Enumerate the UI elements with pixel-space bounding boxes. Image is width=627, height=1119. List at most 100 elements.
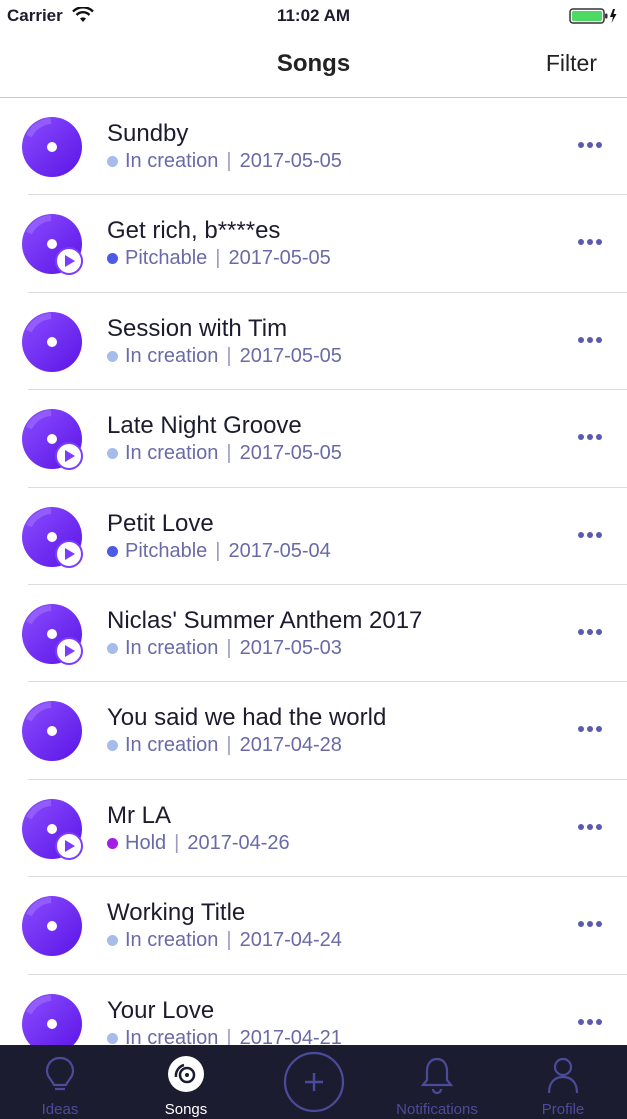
ellipsis-icon	[578, 336, 602, 343]
song-disc-icon[interactable]	[21, 700, 83, 762]
song-status: In creation	[125, 734, 219, 757]
song-row[interactable]: Get rich, b****es Pitchable | 2017-05-05	[0, 195, 627, 294]
ellipsis-icon	[578, 628, 602, 635]
song-meta: In creation | 2017-05-05	[107, 150, 342, 173]
song-meta: Pitchable | 2017-05-05	[107, 247, 331, 270]
navigation-bar: Songs Filter	[0, 32, 627, 98]
song-row[interactable]: Late Night Groove In creation | 2017-05-…	[0, 390, 627, 488]
song-status: In creation	[125, 1026, 219, 1045]
more-options-button[interactable]	[570, 425, 610, 449]
separator: |	[215, 539, 221, 562]
song-meta: In creation | 2017-04-28	[107, 734, 342, 757]
song-date: 2017-05-05	[239, 442, 342, 465]
song-disc-icon[interactable]	[21, 798, 83, 860]
song-row[interactable]: Working Title In creation | 2017-04-24	[0, 877, 627, 975]
more-options-button[interactable]	[570, 328, 610, 352]
filter-button[interactable]: Filter	[546, 50, 597, 77]
song-status: In creation	[125, 929, 219, 952]
tab-label-songs: Songs	[164, 1101, 208, 1118]
song-disc-icon[interactable]	[21, 311, 83, 373]
tab-notifications[interactable]: Notifications	[377, 1045, 497, 1119]
more-options-button[interactable]	[570, 912, 610, 936]
more-options-button[interactable]	[570, 620, 610, 644]
song-title: Session with Tim	[107, 314, 288, 342]
song-status: In creation	[125, 150, 219, 172]
song-disc-icon[interactable]	[21, 116, 83, 178]
song-disc-icon[interactable]	[21, 603, 83, 665]
ellipsis-icon	[578, 531, 602, 538]
ellipsis-icon	[578, 823, 602, 830]
song-status: In creation	[125, 636, 219, 659]
song-row[interactable]: Niclas' Summer Anthem 2017 In creation |…	[0, 585, 627, 683]
tab-songs[interactable]: Songs	[126, 1045, 246, 1119]
song-date: 2017-05-05	[239, 344, 342, 367]
separator: |	[226, 734, 232, 757]
song-title: Petit Love	[107, 509, 214, 537]
song-date: 2017-04-26	[187, 831, 290, 854]
song-title: Your Love	[107, 996, 215, 1024]
song-status: Hold	[125, 831, 167, 854]
ellipsis-icon	[578, 142, 602, 148]
song-meta: In creation | 2017-04-21	[107, 1027, 342, 1045]
song-date: 2017-05-04	[228, 539, 331, 562]
play-icon[interactable]	[55, 831, 83, 860]
separator: |	[215, 247, 221, 270]
song-row[interactable]: Sundby In creation | 2017-05-05	[0, 98, 627, 196]
song-disc-icon[interactable]	[21, 993, 83, 1045]
song-list[interactable]: Sundby In creation | 2017-05-05 Get rich…	[0, 98, 627, 1045]
page-title: Songs	[276, 50, 351, 77]
song-row[interactable]: You said we had the world In creation | …	[0, 682, 627, 781]
song-date: 2017-05-03	[239, 636, 342, 659]
song-row[interactable]: Your Love In creation | 2017-04-21	[0, 975, 627, 1045]
more-options-button[interactable]	[570, 133, 610, 157]
play-icon[interactable]	[55, 247, 83, 276]
song-status: Pitchable	[125, 247, 208, 270]
song-disc-icon[interactable]	[21, 506, 83, 568]
tab-add[interactable]	[254, 1045, 374, 1119]
status-dot	[107, 642, 118, 654]
status-bar: Carrier 11:02 AM	[0, 0, 627, 32]
song-row[interactable]: Petit Love Pitchable | 2017-05-04	[0, 488, 627, 586]
song-disc-icon[interactable]	[21, 213, 83, 276]
song-row[interactable]: Mr LA Hold | 2017-04-26	[0, 780, 627, 878]
song-date: 2017-05-05	[239, 150, 342, 172]
song-row[interactable]: Session with Tim In creation | 2017-05-0…	[0, 293, 627, 391]
song-status: Pitchable	[125, 539, 208, 562]
separator: |	[226, 344, 232, 367]
song-title: You said we had the world	[107, 704, 387, 732]
tab-ideas[interactable]: Ideas	[0, 1045, 120, 1119]
ellipsis-icon	[578, 921, 602, 928]
separator: |	[226, 1026, 232, 1045]
play-icon[interactable]	[55, 636, 83, 665]
ellipsis-icon	[578, 726, 602, 733]
song-title: Working Title	[107, 899, 246, 927]
separator: |	[226, 636, 232, 659]
song-title: Sundby	[107, 120, 189, 147]
song-disc-icon[interactable]	[21, 408, 83, 471]
song-date: 2017-05-05	[228, 247, 331, 270]
tab-label-notifications: Notifications	[396, 1101, 478, 1118]
more-options-button[interactable]	[570, 523, 610, 547]
song-title: Get rich, b****es	[107, 217, 281, 245]
more-options-button[interactable]	[570, 815, 610, 839]
ellipsis-icon	[578, 434, 602, 441]
play-icon[interactable]	[55, 539, 83, 568]
song-title: Mr LA	[107, 801, 172, 829]
ellipsis-icon	[578, 239, 602, 246]
status-dot	[107, 448, 118, 460]
status-dot	[107, 740, 118, 752]
more-options-button[interactable]	[570, 230, 610, 254]
song-date: 2017-04-21	[239, 1026, 342, 1045]
tab-profile[interactable]: Profile	[503, 1045, 623, 1119]
song-disc-icon[interactable]	[21, 895, 83, 957]
status-dot	[107, 350, 118, 362]
more-options-button[interactable]	[570, 1010, 610, 1034]
more-options-button[interactable]	[570, 717, 610, 741]
song-title: Niclas' Summer Anthem 2017	[107, 606, 423, 634]
song-status: In creation	[125, 344, 219, 367]
song-meta: Hold | 2017-04-26	[107, 832, 290, 855]
separator: |	[226, 442, 232, 465]
play-icon[interactable]	[55, 442, 83, 471]
song-status: In creation	[125, 442, 219, 465]
song-date: 2017-04-24	[239, 929, 342, 952]
